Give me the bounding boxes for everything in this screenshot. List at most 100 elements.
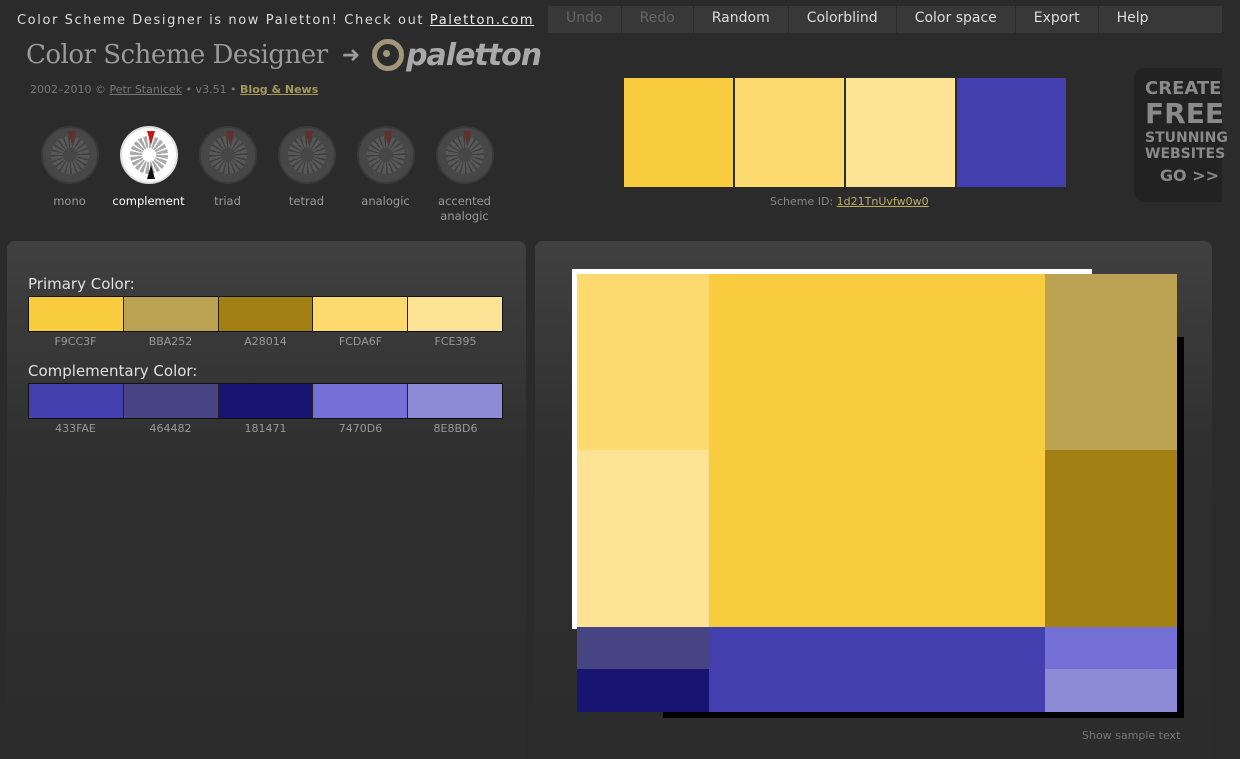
ad-line: CREATE xyxy=(1145,78,1222,99)
scheme-type-label: accented analogic xyxy=(438,194,491,223)
complementary-swatch[interactable] xyxy=(29,384,124,418)
complementary-swatch[interactable] xyxy=(218,384,314,418)
primary-hex-label: F9CC3F xyxy=(54,335,97,348)
sample-block-dark xyxy=(1045,450,1177,627)
complementary-hex-label: 8E8BD6 xyxy=(433,422,478,435)
paletton-link[interactable]: Paletton.com xyxy=(430,13,534,28)
sample-block-lighter xyxy=(577,450,709,627)
create-websites-ad[interactable]: CREATE FREE STUNNING WEBSITES GO >> xyxy=(1134,68,1228,202)
complementary-hex-label: 7470D6 xyxy=(338,422,383,435)
sample-block-light xyxy=(577,274,709,450)
primary-swatch-row xyxy=(28,296,503,332)
scheme-type-analogic[interactable]: analogic xyxy=(346,126,425,224)
preview-swatch[interactable] xyxy=(846,78,955,187)
scheme-type-accented-analogic[interactable]: accented analogic xyxy=(425,126,504,224)
color-wheel-icon xyxy=(198,126,257,184)
primary-hex-label: A28014 xyxy=(244,335,287,348)
wheel-marker-icon xyxy=(304,131,313,145)
color-wheel-icon xyxy=(435,126,494,184)
color-table-panel: Primary Color: F9CC3F BBA252 A28014 FCDA6F F… xyxy=(7,241,526,759)
scheme-type-label: analogic xyxy=(361,194,410,208)
credits-version: • v3.51 • xyxy=(182,83,241,96)
complementary-color-title: Complementary Color: xyxy=(28,362,198,380)
primary-hex-row: F9CC3F BBA252 A28014 FCDA6F FCE395 xyxy=(28,335,503,348)
wheel-marker-icon xyxy=(67,131,76,145)
wheel-marker-icon xyxy=(462,131,471,145)
scheme-type-label: complement xyxy=(112,194,185,208)
banner-text: Color Scheme Designer is now Paletton! C… xyxy=(17,13,430,28)
preview-swatch[interactable] xyxy=(957,78,1066,187)
logo-row: Color Scheme Designer ➜ paletton xyxy=(26,33,542,77)
complementary-hex-label: 181471 xyxy=(244,422,287,435)
ad-line: FREE xyxy=(1145,97,1224,130)
menu-random[interactable]: Random xyxy=(694,6,789,33)
color-wheel-icon xyxy=(277,126,336,184)
complementary-swatch[interactable] xyxy=(313,384,409,418)
menu-colorblind[interactable]: Colorblind xyxy=(789,6,897,33)
primary-swatch[interactable] xyxy=(218,297,314,331)
show-sample-text-link[interactable]: Show sample text xyxy=(1082,729,1180,742)
color-wheel-icon xyxy=(40,126,99,184)
paletton-logo[interactable]: paletton xyxy=(372,37,542,73)
author-link[interactable]: Petr Stanicek xyxy=(109,83,182,96)
primary-swatch[interactable] xyxy=(313,297,409,331)
credits-years: 2002–2010 © xyxy=(30,83,110,96)
ad-line: WEBSITES xyxy=(1145,146,1226,162)
paletton-logo-icon xyxy=(372,39,405,71)
complementary-hex-label: 433FAE xyxy=(55,422,96,435)
wheel-marker-icon xyxy=(146,131,155,145)
blog-link[interactable]: Blog & News xyxy=(240,83,318,96)
arrow-icon: ➜ xyxy=(341,42,361,68)
wheel-marker-icon xyxy=(225,131,234,145)
scheme-type-mono[interactable]: mono xyxy=(30,126,109,224)
wheel-marker-icon xyxy=(383,131,392,145)
paletton-logo-text: paletton xyxy=(406,37,542,73)
scheme-type-selector: mono complement triad tetrad analogic accente… xyxy=(30,126,504,224)
ad-go-button[interactable]: GO >> xyxy=(1145,168,1222,184)
scheme-id-label: Scheme ID: xyxy=(770,195,837,208)
scheme-id-link[interactable]: 1d21TnUvfw0w0 xyxy=(837,195,929,208)
paletton-banner: Color Scheme Designer is now Paletton! C… xyxy=(17,13,534,28)
scheme-type-triad[interactable]: triad xyxy=(188,126,267,224)
preview-swatch[interactable] xyxy=(735,78,844,187)
menu-redo[interactable]: Redo xyxy=(622,6,694,33)
complementary-hex-row: 433FAE 464482 181471 7470D6 8E8BD6 xyxy=(28,422,503,435)
menu-export[interactable]: Export xyxy=(1016,6,1099,33)
primary-hex-label: FCE395 xyxy=(434,335,477,348)
scheme-type-label: mono xyxy=(53,194,86,208)
top-menu: Undo Redo Random Colorblind Color space Expor… xyxy=(548,6,1222,33)
scheme-type-label: triad xyxy=(214,194,241,208)
primary-swatch[interactable] xyxy=(123,297,219,331)
scheme-type-complement[interactable]: complement xyxy=(109,126,188,224)
primary-swatch[interactable] xyxy=(29,297,124,331)
color-wheel-icon xyxy=(119,126,178,184)
menu-color-space[interactable]: Color space xyxy=(897,6,1016,33)
complementary-swatch[interactable] xyxy=(408,384,502,418)
sample-block-muted xyxy=(1045,274,1177,450)
preview-swatch[interactable] xyxy=(624,78,733,187)
scheme-type-label: tetrad xyxy=(288,194,325,208)
menu-undo[interactable]: Undo xyxy=(548,6,622,33)
sample-block-comp-lighter xyxy=(1045,669,1177,712)
primary-swatch[interactable] xyxy=(408,297,502,331)
scheme-preview xyxy=(624,78,1068,187)
primary-color-title: Primary Color: xyxy=(28,275,135,293)
wheel-complement-marker-icon xyxy=(146,165,155,179)
sample-block-comp-light xyxy=(1045,627,1177,669)
credits: 2002–2010 © Petr Stanicek • v3.51 • Blog… xyxy=(30,83,318,96)
sample-block-main xyxy=(709,274,1045,627)
menu-help[interactable]: Help xyxy=(1099,6,1167,33)
primary-hex-label: BBA252 xyxy=(148,335,193,348)
ad-line: STUNNING xyxy=(1145,130,1228,146)
scheme-id: Scheme ID: 1d21TnUvfw0w0 xyxy=(770,195,929,208)
primary-hex-label: FCDA6F xyxy=(338,335,383,348)
complementary-hex-label: 464482 xyxy=(149,422,192,435)
color-wheel-icon xyxy=(356,126,415,184)
sample-block-comp-dark xyxy=(577,669,709,712)
complementary-swatch[interactable] xyxy=(123,384,219,418)
sample-block-comp-main xyxy=(709,627,1045,712)
sample-block-comp-muted xyxy=(577,627,709,669)
scheme-type-tetrad[interactable]: tetrad xyxy=(267,126,346,224)
complementary-swatch-row xyxy=(28,383,503,419)
app-title: Color Scheme Designer xyxy=(26,40,328,70)
